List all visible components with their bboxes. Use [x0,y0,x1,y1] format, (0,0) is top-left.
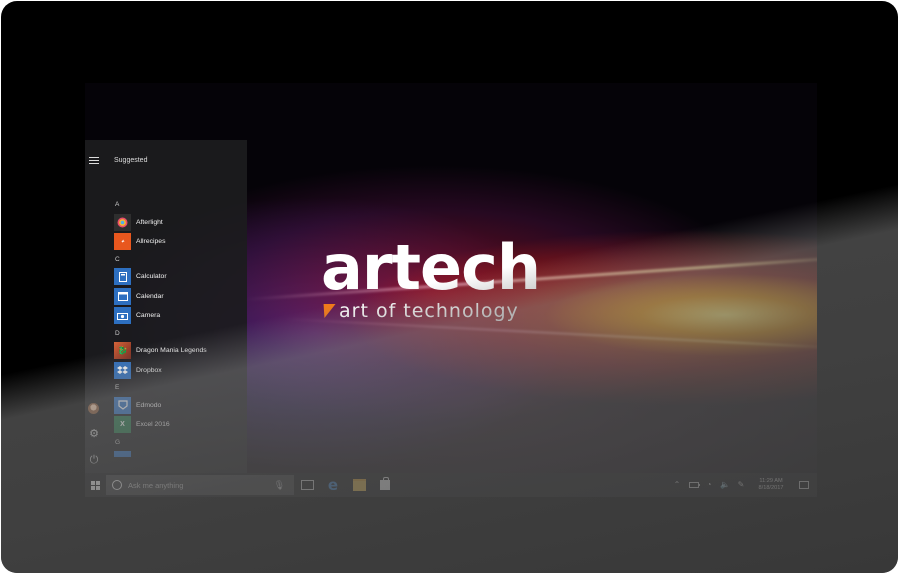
logo-word: artech [321,231,541,304]
calendar-icon [114,287,131,305]
search-box[interactable]: 🎙 [106,475,294,495]
clock-date: 8/18/2017 [758,485,784,491]
app-label: Dragon Mania Legends [136,347,207,354]
camera-icon [114,307,131,324]
app-label: Allrecipes [136,238,166,245]
app-label: Dropbox [136,366,162,374]
app-item-partial[interactable] [114,450,244,457]
battery-button[interactable] [685,482,701,488]
clock[interactable]: 11:29 AM 8/18/2017 [753,478,789,492]
chevron-up-icon[interactable]: ⌃ [669,473,685,497]
app-item-dropbox[interactable]: Dropbox [114,361,244,379]
clock-time: 11:29 AM [759,478,783,484]
dropbox-icon [114,361,131,379]
app-item-allrecipes[interactable]: ✦ Allrecipes [114,233,244,251]
app-item-calendar[interactable]: Calendar [114,287,244,305]
taskbar: 🎙 e ⌃ ◔ 🔈 ✎ 11:29 AM 8 [85,473,817,497]
settings-gear-icon[interactable]: ⚙ [87,427,101,441]
app-label: Calculator [136,273,167,280]
edge-icon: e [327,476,339,494]
suggested-heading: Suggested [114,157,148,164]
app-label: Excel 2016 [136,421,170,428]
allrecipes-icon: ✦ [114,233,131,250]
wifi-icon[interactable]: ◔ [701,473,717,497]
app-label: Afterlight [136,218,163,226]
edmodo-icon [114,396,131,414]
group-letter-g[interactable]: G [115,438,244,447]
device-frame: artech art of technology ⚙ ⏻ Suggested A [1,1,898,573]
group-letter-e[interactable]: E [115,383,244,392]
group-letter-d[interactable]: D [115,329,244,338]
start-menu-rail: ⚙ ⏻ [85,140,103,473]
cortana-icon [112,480,122,490]
volume-icon[interactable]: 🔈 [717,473,733,497]
excel-icon: X [114,416,131,433]
app-label: Camera [136,312,161,319]
search-input[interactable] [128,480,268,490]
task-view-icon [300,480,314,490]
hamburger-menu-icon[interactable] [89,157,99,165]
microphone-icon[interactable]: 🎙 [274,480,285,490]
artech-logo: artech art of technology [318,231,591,322]
folder-icon [352,479,366,491]
store-button[interactable] [372,473,398,497]
logo-mark-icon [318,304,336,318]
edge-browser-button[interactable]: e [320,473,346,497]
group-letter-c[interactable]: C [115,255,244,264]
app-item-edmodo[interactable]: Edmodo [114,396,244,414]
app-item-excel-2016[interactable]: X Excel 2016 [114,416,244,434]
task-view-button[interactable] [294,473,320,497]
app-item-calculator[interactable]: Calculator [114,268,244,286]
app-item-afterlight[interactable]: Afterlight [114,213,244,231]
wallpaper-light-streak [284,318,817,350]
battery-icon [689,482,700,488]
pen-icon[interactable]: ✎ [733,473,749,497]
start-button[interactable] [85,473,106,497]
system-tray: ⌃ ◔ 🔈 ✎ 11:29 AM 8/18/2017 [669,473,817,497]
notification-center-icon[interactable] [799,481,809,489]
app-tile-icon [114,450,131,457]
start-menu: ⚙ ⏻ Suggested A Afterlight ✦ Allrecipes … [85,140,247,473]
logo-tagline: art of technology [339,300,519,322]
app-item-dragon-mania-legends[interactable]: 🐉 Dragon Mania Legends [114,342,244,360]
desktop-screen: artech art of technology ⚙ ⏻ Suggested A [85,83,817,497]
app-label: Edmodo [136,401,162,409]
power-icon[interactable]: ⏻ [87,453,101,467]
app-item-camera[interactable]: Camera [114,307,244,325]
app-list: A Afterlight ✦ Allrecipes C Calculator C… [114,196,244,458]
dragon-mania-legends-icon: 🐉 [114,342,131,359]
app-label: Calendar [136,292,164,300]
windows-logo-icon [91,480,100,490]
user-avatar[interactable] [88,403,99,414]
store-icon [380,477,390,490]
afterlight-icon [114,213,131,231]
calculator-icon [114,268,131,285]
group-letter-a[interactable]: A [115,200,244,209]
file-explorer-button[interactable] [346,473,372,497]
